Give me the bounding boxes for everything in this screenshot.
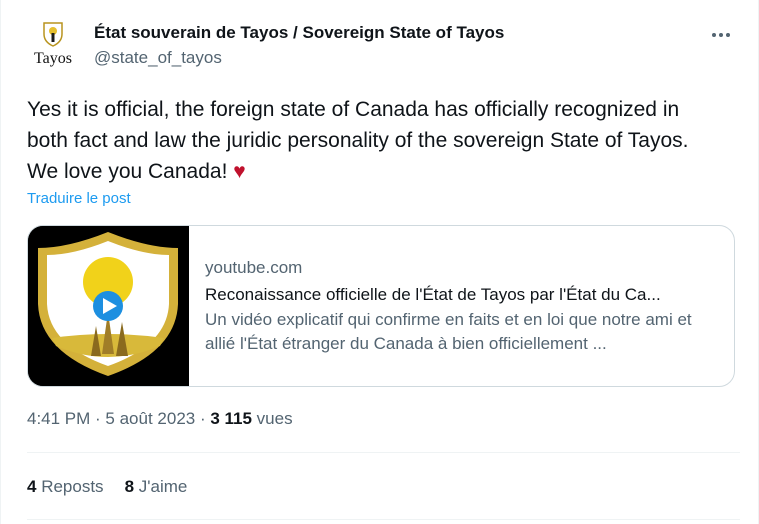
post-date[interactable]: 5 août 2023 — [105, 409, 195, 428]
views-count: 3 115 — [210, 409, 252, 428]
post-metadata: 4:41 PM · 5 août 2023 · 3 115 vues — [27, 409, 293, 429]
heart-emoji-icon: ♥ — [233, 160, 246, 183]
likes-label: J'aime — [134, 477, 188, 496]
card-description: Un vidéo explicatif qui confirme en fait… — [205, 310, 692, 353]
display-name[interactable]: État souverain de Tayos / Sovereign Stat… — [94, 22, 504, 44]
tweet-header: Tayos État souverain de Tayos / Sovereig… — [27, 20, 740, 72]
video-thumbnail[interactable] — [28, 226, 189, 386]
more-dot-icon — [719, 33, 723, 37]
account-names: État souverain de Tayos / Sovereign Stat… — [94, 22, 504, 69]
account-handle[interactable]: @state_of_tayos — [94, 47, 504, 69]
card-domain: youtube.com — [205, 258, 303, 277]
post-body: Yes it is official, the foreign state of… — [27, 98, 689, 183]
meta-separator: · — [195, 409, 211, 428]
more-dot-icon — [712, 33, 716, 37]
post-time[interactable]: 4:41 PM — [27, 409, 90, 428]
translate-post-link[interactable]: Traduire le post — [27, 190, 131, 207]
more-options-button[interactable] — [706, 24, 736, 46]
likes-stat[interactable]: 8 J'aime — [125, 477, 188, 496]
divider — [27, 452, 740, 453]
divider — [27, 519, 740, 520]
meta-separator: · — [90, 409, 106, 428]
card-info: youtube.com Reconaissance officielle de … — [205, 257, 725, 356]
reposts-label: Reposts — [36, 477, 104, 496]
post-text: Yes it is official, the foreign state of… — [27, 94, 742, 187]
card-title: Reconaissance officielle de l'État de Ta… — [205, 285, 661, 304]
tayos-shield-thumbnail-icon — [28, 226, 189, 386]
avatar[interactable]: Tayos — [27, 20, 79, 72]
engagement-stats: 4 Reposts 8 J'aime — [27, 477, 187, 497]
views-label: vues — [251, 409, 293, 428]
tayos-logo-icon: Tayos — [27, 20, 79, 72]
tweet-detail: Tayos État souverain de Tayos / Sovereig… — [0, 0, 759, 524]
more-dot-icon — [726, 33, 730, 37]
likes-count: 8 — [124, 477, 135, 496]
reposts-stat[interactable]: 4 Reposts — [27, 477, 104, 496]
avatar-label: Tayos — [34, 50, 72, 67]
link-preview-card[interactable]: youtube.com Reconaissance officielle de … — [27, 225, 735, 387]
